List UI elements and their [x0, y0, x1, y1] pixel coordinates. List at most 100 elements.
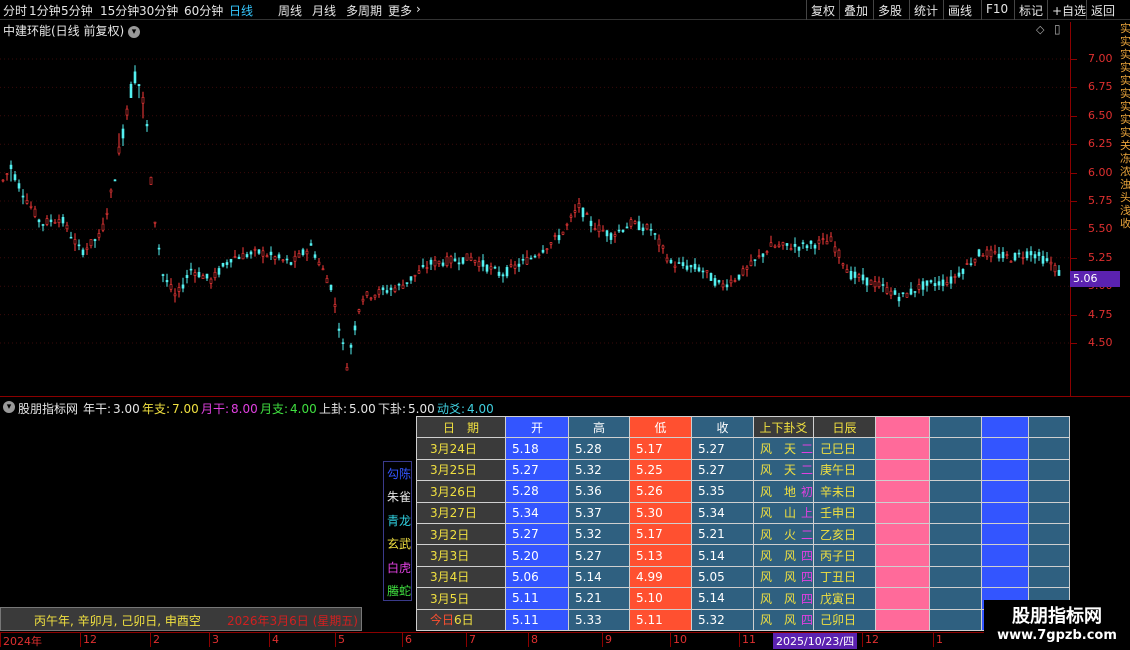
- date-cell: 3月4日: [416, 565, 506, 589]
- candle: [65, 221, 69, 233]
- candle: [749, 254, 753, 267]
- period-tab[interactable]: 5分钟: [61, 2, 93, 19]
- period-tab[interactable]: 30分钟: [139, 2, 178, 19]
- table-header[interactable]: 日辰: [813, 415, 877, 439]
- date-value: 3月25日: [430, 463, 477, 478]
- table-row: 3月26日 5.28 5.36 5.26 5.35 风 地初辛未日: [416, 480, 1071, 503]
- toolbar-button[interactable]: +自选: [1052, 2, 1086, 19]
- toolbar-separator: [839, 0, 840, 20]
- candle: [93, 238, 97, 248]
- candle: [265, 253, 269, 258]
- open-cell: 5.06: [505, 565, 569, 589]
- high-cell: 5.33: [568, 608, 630, 631]
- date-axis-label: 2024年: [3, 635, 42, 648]
- date-tick: [602, 633, 603, 647]
- blank-cell: [929, 608, 983, 631]
- candle: [173, 288, 177, 303]
- candle: [689, 264, 693, 273]
- candle: [385, 284, 389, 295]
- candle: [153, 221, 157, 228]
- candlestick-chart[interactable]: [0, 22, 1070, 392]
- blank-cell: [875, 544, 931, 567]
- candle: [341, 338, 345, 351]
- table-header[interactable]: 上下卦爻: [752, 415, 815, 439]
- candle: [261, 246, 265, 264]
- candle: [1037, 248, 1041, 261]
- candle: [829, 232, 833, 242]
- legend-item: 勾陈: [387, 467, 412, 481]
- blank-cell: [1028, 522, 1071, 546]
- blank-cell: [1028, 458, 1071, 482]
- chevron-right-icon[interactable]: ›: [416, 2, 421, 16]
- candle: [373, 294, 377, 301]
- candle: [353, 320, 357, 336]
- toolbar-button[interactable]: 统计: [914, 2, 938, 19]
- candle: [337, 322, 341, 338]
- yao-value: 二: [801, 527, 814, 542]
- cursor-date-label: 2025/10/23/四: [773, 633, 858, 649]
- table-header-blank: [981, 415, 1030, 439]
- current-price-tag: 5.06: [1070, 271, 1120, 288]
- gua-cell: 风 风四: [752, 544, 815, 567]
- period-tab[interactable]: 60分钟: [184, 2, 223, 19]
- table-header[interactable]: 高: [568, 415, 630, 439]
- date-axis-label: 4: [272, 633, 279, 646]
- low-cell: 5.25: [629, 458, 692, 482]
- toolbar-button[interactable]: 画线: [948, 2, 972, 19]
- toolbar-button[interactable]: 复权: [811, 2, 835, 19]
- table-header[interactable]: 低: [629, 415, 692, 439]
- period-tab[interactable]: 15分钟: [100, 2, 139, 19]
- toolbar-button[interactable]: 叠加: [844, 2, 868, 19]
- toolbar-button[interactable]: 标记: [1019, 2, 1043, 19]
- toolbar-button[interactable]: 多股: [878, 2, 902, 19]
- blank-cell: [875, 437, 931, 460]
- table-header[interactable]: 收: [691, 415, 754, 439]
- close-cell: 5.35: [691, 480, 754, 503]
- blank-cell: [929, 565, 983, 589]
- blank-cell: [1028, 544, 1071, 567]
- date-tick: [862, 633, 863, 647]
- date-cell: 3月24日: [416, 437, 506, 460]
- candle: [481, 254, 485, 272]
- period-tab[interactable]: 多周期: [346, 2, 382, 19]
- candle: [245, 251, 249, 259]
- period-tab[interactable]: 更多: [388, 2, 412, 19]
- candle: [561, 231, 565, 236]
- period-tab[interactable]: 月线: [312, 2, 336, 19]
- table-header[interactable]: 日 期: [416, 415, 506, 439]
- price-tick-label: 6.75: [1088, 80, 1113, 94]
- candle: [621, 229, 625, 233]
- candle: [117, 133, 121, 156]
- date-value: 3月27日: [430, 506, 477, 521]
- period-tab[interactable]: 1分钟: [29, 2, 61, 19]
- candle: [1057, 265, 1061, 276]
- candle: [657, 234, 661, 253]
- candle: [285, 255, 289, 264]
- price-tick-mark: [1071, 257, 1077, 259]
- low-cell: 5.26: [629, 480, 692, 503]
- price-tick-label: 5.25: [1088, 250, 1113, 264]
- high-cell: 5.32: [568, 458, 630, 482]
- date-value: 3月3日: [430, 549, 470, 564]
- price-tick-mark: [1071, 87, 1077, 89]
- period-tab[interactable]: 日线: [229, 2, 253, 19]
- toolbar-button[interactable]: F10: [986, 2, 1008, 16]
- period-tab[interactable]: 分时: [3, 2, 27, 19]
- gua-value: 风 风: [760, 549, 797, 564]
- candle: [861, 267, 865, 285]
- date-axis-label: 2: [153, 633, 160, 646]
- candle: [921, 278, 925, 296]
- date-value: 3月4日: [430, 570, 470, 585]
- candle: [589, 216, 593, 233]
- toolbar-button[interactable]: 返回: [1091, 2, 1115, 19]
- candle: [717, 279, 721, 285]
- table-header[interactable]: 开: [505, 415, 569, 439]
- candle: [305, 248, 309, 262]
- date-tick: [0, 633, 1, 647]
- candle: [1021, 251, 1025, 265]
- candle: [33, 205, 37, 219]
- candle: [885, 282, 889, 295]
- chevron-down-icon[interactable]: ▾: [3, 401, 15, 413]
- period-tab[interactable]: 周线: [278, 2, 302, 19]
- candle: [601, 225, 605, 232]
